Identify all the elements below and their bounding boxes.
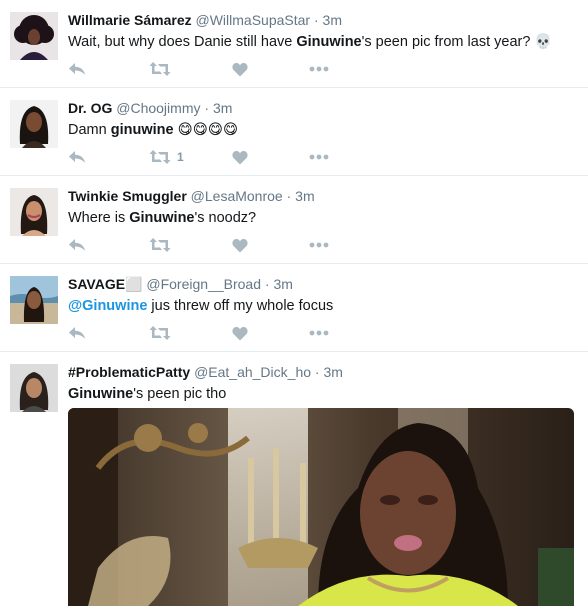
heart-icon — [232, 62, 248, 76]
tweet-text: Wait, but why does Danie still have Ginu… — [68, 33, 578, 52]
display-name[interactable]: #ProblematicPatty — [68, 364, 190, 380]
retweet-icon — [149, 238, 171, 252]
reply-button[interactable] — [68, 59, 86, 79]
timestamp[interactable]: 3m — [295, 188, 314, 204]
retweet-button[interactable] — [149, 59, 177, 79]
tweet-header: #ProblematicPatty @Eat_ah_Dick_ho · 3m — [68, 363, 578, 381]
timestamp[interactable]: 3m — [323, 364, 342, 380]
display-name[interactable]: Dr. OG — [68, 100, 112, 116]
tweet-text-part: 's noodz? — [194, 210, 257, 226]
tweet-text-part: 's peen pic from last year? 💀 — [361, 34, 553, 50]
more-icon — [309, 154, 329, 160]
retweet-button[interactable] — [149, 323, 177, 343]
more-icon — [309, 66, 329, 72]
retweet-icon — [149, 326, 171, 340]
timestamp[interactable]: 3m — [273, 276, 292, 292]
username[interactable]: @LesaMonroe — [191, 188, 283, 204]
display-name[interactable]: Willmarie Sámarez — [68, 12, 192, 28]
avatar[interactable] — [10, 12, 58, 60]
tweet-text: Ginuwine's peen pic tho — [68, 385, 578, 404]
retweet-count: 1 — [177, 150, 184, 164]
tweet-text-part: Wait, but why does Danie still have — [68, 34, 297, 50]
retweet-button[interactable] — [149, 235, 177, 255]
like-button[interactable] — [232, 235, 248, 255]
heart-icon — [232, 326, 248, 340]
retweet-button[interactable]: 1 — [149, 147, 184, 167]
tweet[interactable]: Twinkie Smuggler @LesaMonroe · 3m Where … — [0, 176, 588, 264]
display-name[interactable]: Twinkie Smuggler — [68, 188, 187, 204]
username[interactable]: @WillmaSupaStar — [196, 12, 311, 28]
tweet-media-image[interactable] — [68, 408, 574, 606]
retweet-icon — [149, 62, 171, 76]
more-button[interactable] — [309, 323, 329, 343]
separator: · — [314, 364, 320, 380]
retweet-icon — [149, 150, 171, 164]
tweet-actions — [68, 323, 348, 343]
username[interactable]: @Eat_ah_Dick_ho — [194, 364, 311, 380]
like-button[interactable] — [232, 59, 248, 79]
username[interactable]: @Foreign__Broad — [146, 276, 261, 292]
tweet-text-part: jus threw off my whole focus — [147, 298, 334, 314]
tweet-text-part: 's peen pic tho — [133, 386, 227, 402]
tweet-header: Willmarie Sámarez @WillmaSupaStar · 3m — [68, 11, 578, 29]
timestamp[interactable]: 3m — [323, 12, 342, 28]
more-icon — [309, 242, 329, 248]
tweet-header: SAVAGE⬜ @Foreign__Broad · 3m — [68, 275, 578, 293]
tweet-actions — [68, 59, 348, 79]
hashtag-term: Ginuwine — [68, 386, 134, 402]
tweet-text-part: Where is — [68, 210, 130, 226]
heart-icon — [232, 238, 248, 252]
more-button[interactable] — [309, 59, 329, 79]
timestamp[interactable]: 3m — [213, 100, 232, 116]
tweet[interactable]: SAVAGE⬜ @Foreign__Broad · 3m @Ginuwine j… — [0, 264, 588, 352]
display-name[interactable]: SAVAGE⬜ — [68, 276, 142, 292]
avatar[interactable] — [10, 364, 58, 412]
tweet-actions — [68, 235, 348, 255]
reply-button[interactable] — [68, 323, 86, 343]
separator: · — [204, 100, 210, 116]
reply-icon — [69, 63, 85, 75]
tweet-actions: 1 — [68, 147, 348, 167]
reply-icon — [69, 151, 85, 163]
reply-icon — [69, 239, 85, 251]
mention-link[interactable]: @Ginuwine — [68, 298, 147, 314]
avatar[interactable] — [10, 188, 58, 236]
tweet-text-part: 😋😋😋😋 — [173, 122, 239, 138]
tweet-text-part: Damn — [68, 122, 111, 138]
tweet-text: Where is Ginuwine's noodz? — [68, 209, 578, 228]
username[interactable]: @Choojimmy — [116, 100, 200, 116]
separator: · — [286, 188, 292, 204]
heart-icon — [232, 150, 248, 164]
tweet-header: Dr. OG @Choojimmy · 3m — [68, 99, 578, 117]
tweet-text: @Ginuwine jus threw off my whole focus — [68, 297, 578, 316]
tweet[interactable]: Willmarie Sámarez @WillmaSupaStar · 3m W… — [0, 0, 588, 88]
hashtag-term: Ginuwine — [296, 34, 362, 50]
reply-button[interactable] — [68, 147, 86, 167]
tweet[interactable]: Dr. OG @Choojimmy · 3m Damn ginuwine 😋😋😋… — [0, 88, 588, 176]
reply-button[interactable] — [68, 235, 86, 255]
tweet-text: Damn ginuwine 😋😋😋😋 — [68, 121, 578, 140]
like-button[interactable] — [232, 147, 248, 167]
separator: · — [264, 276, 270, 292]
tweet-feed: Willmarie Sámarez @WillmaSupaStar · 3m W… — [0, 0, 588, 606]
like-button[interactable] — [232, 323, 248, 343]
tweet-header: Twinkie Smuggler @LesaMonroe · 3m — [68, 187, 578, 205]
more-icon — [309, 330, 329, 336]
hashtag-term: ginuwine — [110, 122, 174, 138]
more-button[interactable] — [309, 147, 329, 167]
avatar[interactable] — [10, 276, 58, 324]
hashtag-term: Ginuwine — [129, 210, 195, 226]
more-button[interactable] — [309, 235, 329, 255]
reply-icon — [69, 327, 85, 339]
separator: · — [313, 12, 319, 28]
avatar[interactable] — [10, 100, 58, 148]
